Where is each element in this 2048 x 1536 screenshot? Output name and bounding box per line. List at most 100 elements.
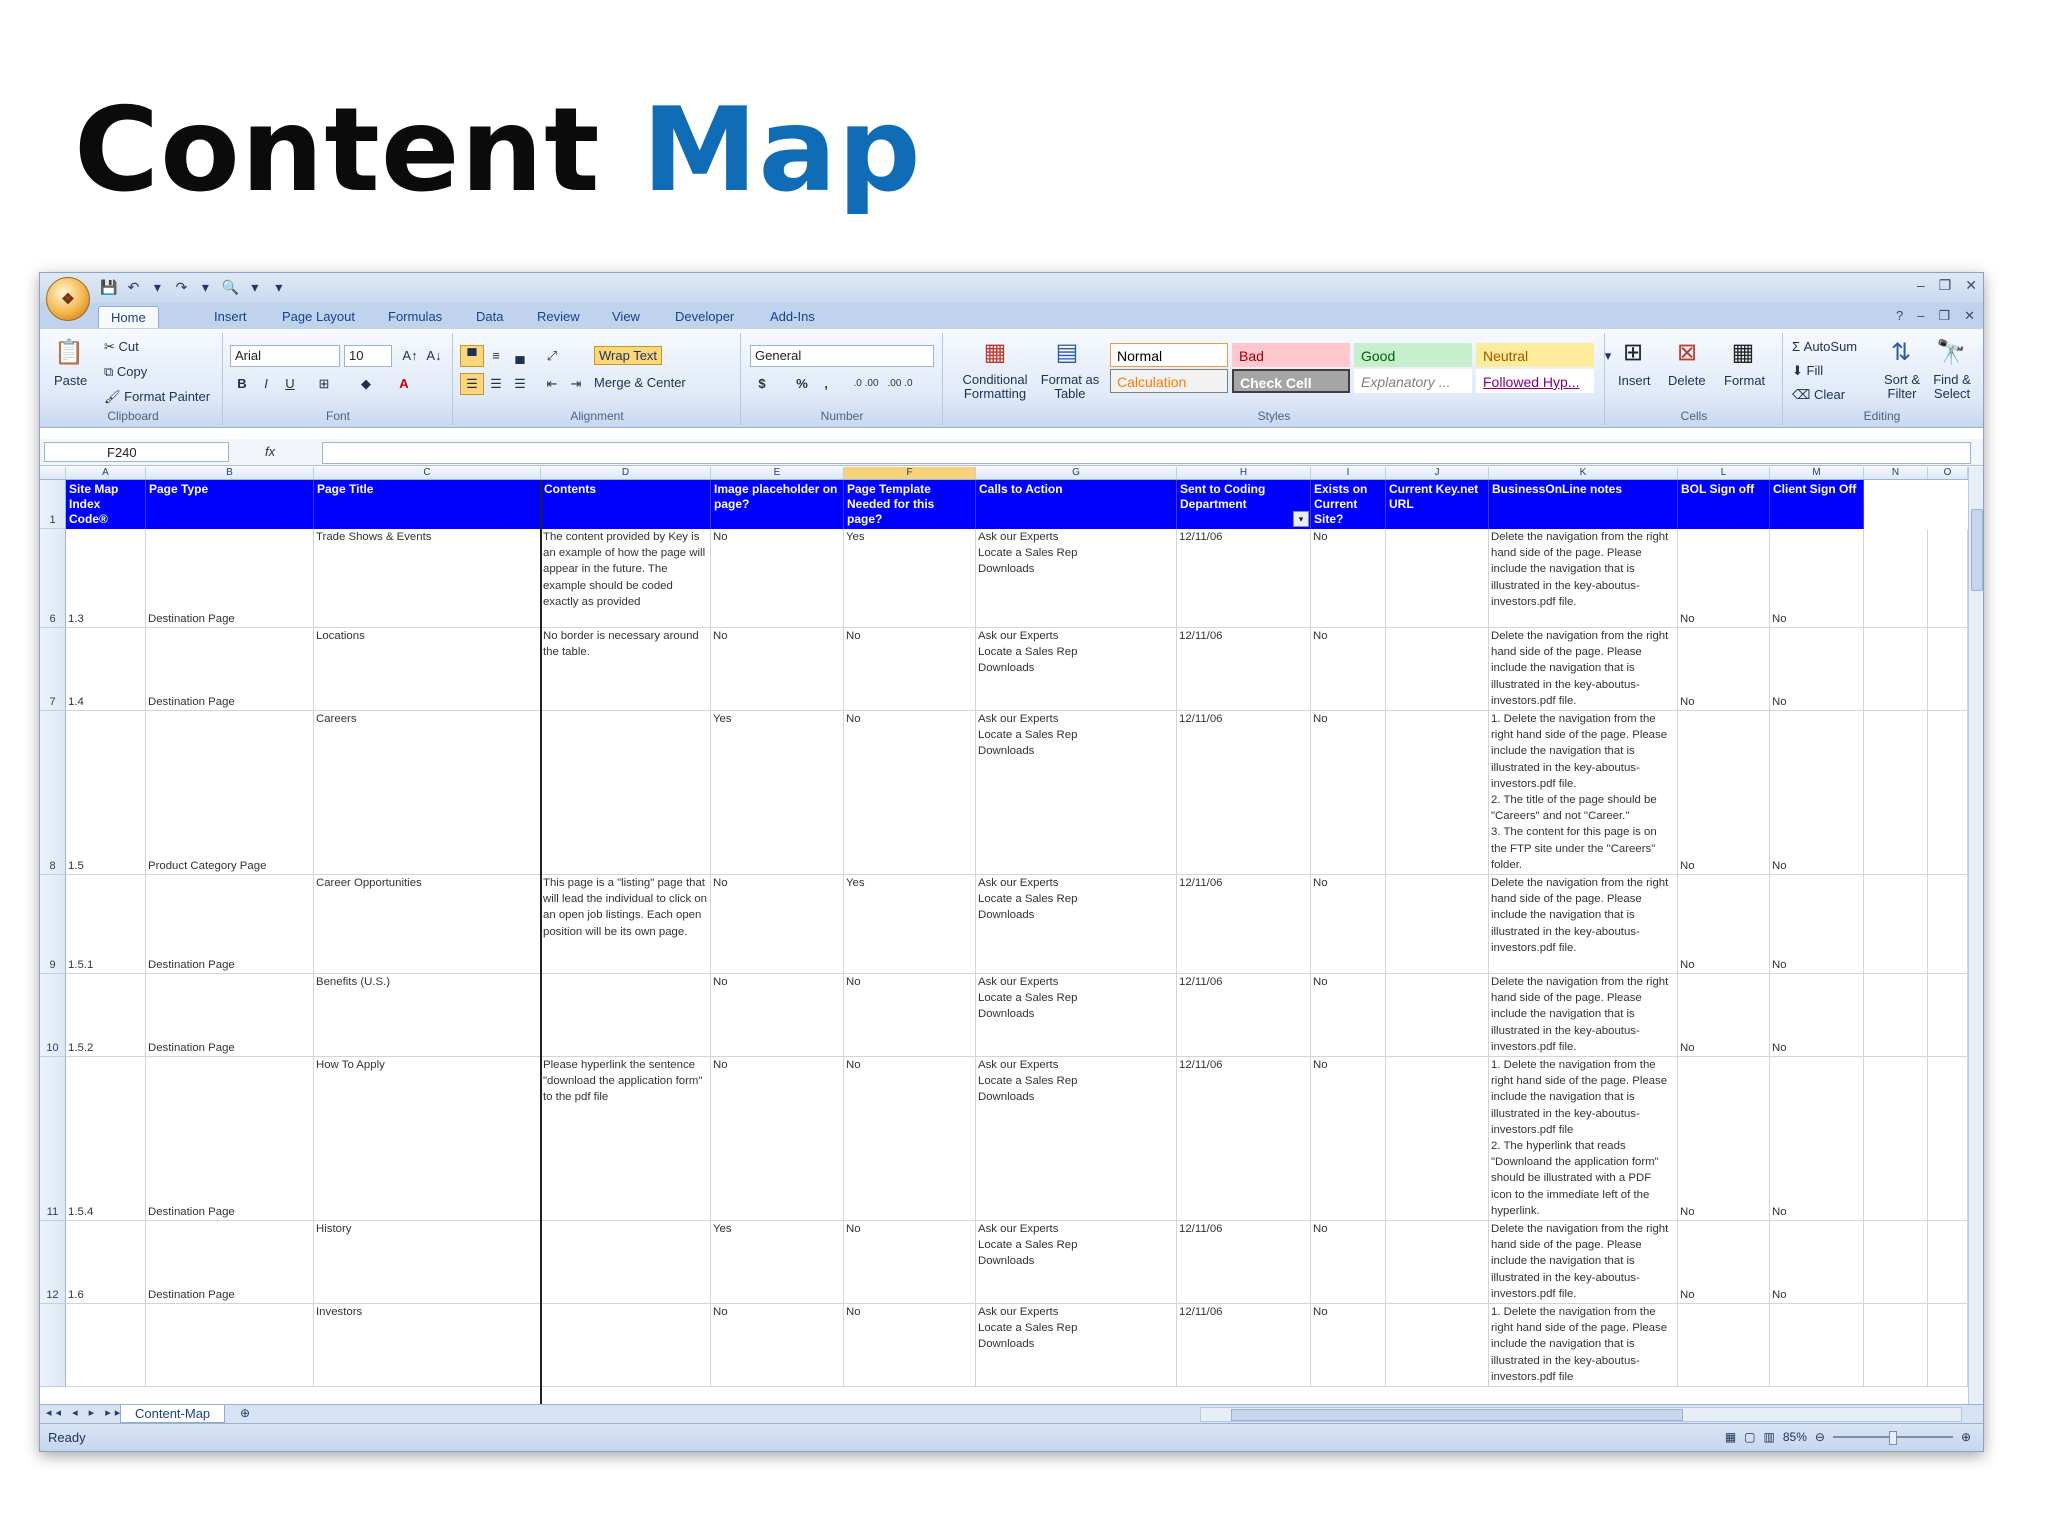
- cell-c[interactable]: Careers: [314, 711, 541, 875]
- grow-font-icon[interactable]: A↑: [398, 345, 422, 367]
- customize-qat-icon[interactable]: ▾: [271, 279, 287, 296]
- cell-g[interactable]: Ask our Experts Locate a Sales Rep Downl…: [976, 711, 1177, 875]
- column-header-j[interactable]: J: [1386, 467, 1489, 479]
- cell-o[interactable]: [1928, 628, 1968, 711]
- redo-icon[interactable]: ↷: [173, 279, 189, 296]
- row-header[interactable]: 7: [40, 628, 66, 711]
- zoom-slider[interactable]: [1832, 1431, 1953, 1445]
- cell-n[interactable]: [1864, 875, 1928, 974]
- cell-f[interactable]: No: [844, 711, 976, 875]
- bold-button[interactable]: B: [230, 373, 254, 395]
- workbook-close-button[interactable]: ✕: [1964, 308, 1975, 324]
- row-header[interactable]: 10: [40, 974, 66, 1057]
- column-header-h[interactable]: H: [1177, 467, 1311, 479]
- cell-g[interactable]: Ask our Experts Locate a Sales Rep Downl…: [976, 875, 1177, 974]
- cell-k[interactable]: Delete the navigation from the right han…: [1489, 529, 1678, 628]
- vertical-scroll-thumb[interactable]: [1971, 509, 1983, 591]
- cell-d[interactable]: No border is necessary around the table.: [541, 628, 711, 711]
- office-button[interactable]: ❖: [46, 277, 90, 321]
- tab-home[interactable]: Home: [98, 306, 159, 328]
- tab-data[interactable]: Data: [464, 306, 515, 327]
- sort-filter-icon[interactable]: ⇅: [1884, 337, 1918, 369]
- help-icon[interactable]: ?: [1896, 308, 1903, 324]
- align-bottom-icon[interactable]: ▄: [508, 345, 532, 367]
- tab-insert[interactable]: Insert: [202, 306, 259, 327]
- zoom-in-icon[interactable]: ⊕: [1961, 1430, 1971, 1444]
- tab-developer[interactable]: Developer: [663, 306, 746, 327]
- style-cell-good[interactable]: Good: [1354, 343, 1472, 367]
- save-icon[interactable]: 💾: [100, 279, 117, 296]
- format-painter-button[interactable]: 🖌 Format Painter: [104, 389, 210, 405]
- cell-m[interactable]: No: [1770, 875, 1864, 974]
- cell-e[interactable]: No: [711, 1304, 844, 1387]
- cell-n[interactable]: [1864, 1304, 1928, 1387]
- cell-h[interactable]: 12/11/06: [1177, 875, 1311, 974]
- style-cell-neutral[interactable]: Neutral: [1476, 343, 1594, 367]
- align-middle-icon[interactable]: ≡: [484, 345, 508, 367]
- insert-function-icon[interactable]: fx: [265, 444, 275, 459]
- column-header-b[interactable]: B: [146, 467, 314, 479]
- cell-k[interactable]: 1. Delete the navigation from the right …: [1489, 1057, 1678, 1221]
- cell-l[interactable]: No: [1678, 529, 1770, 628]
- cell-m[interactable]: No: [1770, 628, 1864, 711]
- cell-c[interactable]: Career Opportunities: [314, 875, 541, 974]
- cut-button[interactable]: ✂ Cut: [104, 339, 139, 355]
- cell-d[interactable]: [541, 711, 711, 875]
- cell-g[interactable]: Ask our Experts Locate a Sales Rep Downl…: [976, 1221, 1177, 1304]
- cell-k[interactable]: Delete the navigation from the right han…: [1489, 875, 1678, 974]
- copy-button[interactable]: ⧉ Copy: [104, 364, 147, 380]
- cell-g[interactable]: Ask our Experts Locate a Sales Rep Downl…: [976, 628, 1177, 711]
- cell-e[interactable]: No: [711, 1057, 844, 1221]
- shrink-font-icon[interactable]: A↓: [422, 345, 446, 367]
- row-header[interactable]: 11: [40, 1057, 66, 1221]
- column-header-i[interactable]: I: [1311, 467, 1386, 479]
- cell-h[interactable]: 12/11/06: [1177, 1057, 1311, 1221]
- format-as-table-icon[interactable]: ▤: [1050, 337, 1084, 369]
- undo-icon[interactable]: ↶: [125, 279, 141, 296]
- cell-h[interactable]: 12/11/06: [1177, 628, 1311, 711]
- cell-h[interactable]: 12/11/06: [1177, 711, 1311, 875]
- column-header-a[interactable]: A: [66, 467, 146, 479]
- cell-a[interactable]: 1.5: [66, 711, 146, 875]
- cell-b[interactable]: Destination Page: [146, 1057, 314, 1221]
- cell-b[interactable]: Destination Page: [146, 628, 314, 711]
- page-break-view-icon[interactable]: ▥: [1764, 1430, 1775, 1444]
- column-header-d[interactable]: D: [541, 467, 711, 479]
- cell-l[interactable]: No: [1678, 711, 1770, 875]
- paste-button[interactable]: Paste: [54, 373, 87, 388]
- column-header-f[interactable]: F: [844, 467, 976, 479]
- cell-a[interactable]: 1.4: [66, 628, 146, 711]
- horizontal-scrollbar[interactable]: [1200, 1407, 1962, 1422]
- cell-f[interactable]: Yes: [844, 875, 976, 974]
- cell-k[interactable]: 1. Delete the navigation from the right …: [1489, 1304, 1678, 1387]
- cell-e[interactable]: No: [711, 974, 844, 1057]
- decrease-decimal-button[interactable]: .00 .0: [884, 373, 916, 395]
- cell-a[interactable]: [66, 1304, 146, 1387]
- cell-j[interactable]: [1386, 529, 1489, 628]
- sort-filter-button[interactable]: Sort & Filter: [1880, 373, 1924, 401]
- cell-k[interactable]: Delete the navigation from the right han…: [1489, 974, 1678, 1057]
- increase-indent-icon[interactable]: ⇥: [564, 373, 588, 395]
- workbook-restore-button[interactable]: ❐: [1938, 308, 1950, 324]
- style-cell-calculation[interactable]: Calculation: [1110, 369, 1228, 393]
- autosum-button[interactable]: Σ AutoSum: [1792, 339, 1857, 354]
- vertical-scrollbar[interactable]: [1968, 467, 1983, 1404]
- italic-button[interactable]: I: [254, 373, 278, 395]
- cell-o[interactable]: [1928, 529, 1968, 628]
- cell-d[interactable]: The content provided by Key is an exampl…: [541, 529, 711, 628]
- cell-f[interactable]: No: [844, 974, 976, 1057]
- column-header-o[interactable]: O: [1928, 467, 1968, 479]
- normal-view-icon[interactable]: ▦: [1725, 1430, 1736, 1444]
- cell-l[interactable]: No: [1678, 628, 1770, 711]
- increase-decimal-button[interactable]: .0 .00: [850, 373, 882, 395]
- align-center-icon[interactable]: ☰: [484, 373, 508, 395]
- cell-l[interactable]: No: [1678, 1057, 1770, 1221]
- redo-dropdown-icon[interactable]: ▾: [197, 279, 213, 296]
- align-right-icon[interactable]: ☰: [508, 373, 532, 395]
- cell-e[interactable]: No: [711, 529, 844, 628]
- filter-dropdown-icon[interactable]: ▾: [1293, 511, 1309, 527]
- style-cell-bad[interactable]: Bad: [1232, 343, 1350, 367]
- cell-g[interactable]: Ask our Experts Locate a Sales Rep Downl…: [976, 1057, 1177, 1221]
- style-cell-normal[interactable]: Normal: [1110, 343, 1228, 367]
- delete-cells-icon[interactable]: ⊠: [1670, 337, 1704, 369]
